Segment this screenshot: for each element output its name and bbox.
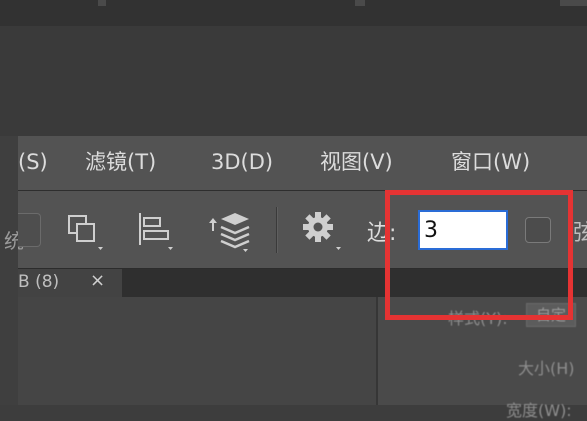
- path-arrangement-icon[interactable]: [203, 209, 251, 253]
- document-canvas[interactable]: [18, 297, 376, 405]
- panel-width-label: 宽度(W):: [506, 401, 572, 420]
- menu-item-filter[interactable]: 滤镜(T): [85, 136, 156, 190]
- edge-count-input[interactable]: [418, 210, 508, 250]
- left-margin: [0, 136, 18, 405]
- document-tabbar: B (8) ×: [18, 269, 587, 297]
- menu-item-window[interactable]: 窗口(W): [451, 136, 530, 190]
- menu-item-3d[interactable]: 3D(D): [211, 136, 273, 190]
- options-cut-right-label: 弦: [573, 221, 587, 246]
- options-tool-button[interactable]: [18, 213, 41, 247]
- top-strip-mark: [355, 0, 365, 6]
- top-strip-mark: [98, 0, 106, 6]
- options-bar: 统 边: 3 弦: [4, 191, 587, 269]
- path-operations-icon[interactable]: [66, 209, 106, 253]
- star-checkbox[interactable]: [525, 217, 551, 243]
- menubar: (S) 滤镜(T) 3D(D) 视图(V) 窗口(W): [18, 136, 587, 191]
- document-tab[interactable]: B (8) ×: [18, 269, 122, 297]
- gear-icon[interactable]: [300, 209, 344, 253]
- toolbar-separator: [276, 207, 278, 253]
- menu-item-select[interactable]: (S): [18, 136, 48, 190]
- panel-style-label: 样式(Y):: [448, 309, 508, 328]
- menu-item-view[interactable]: 视图(V): [320, 136, 393, 190]
- panel-size-label: 大小(H): [518, 359, 575, 378]
- top-strip-mark: [560, 0, 587, 6]
- close-icon[interactable]: ×: [90, 270, 105, 291]
- panel-style-field[interactable]: 自定: [526, 303, 576, 327]
- top-strip: [0, 0, 587, 26]
- edge-label: 边:: [367, 221, 397, 246]
- background-area: [0, 26, 587, 136]
- document-tab-title: B (8): [18, 272, 60, 292]
- path-alignment-icon[interactable]: [136, 209, 176, 253]
- properties-panel: 样式(Y): 自定 大小(H) 宽度(W):: [376, 297, 587, 420]
